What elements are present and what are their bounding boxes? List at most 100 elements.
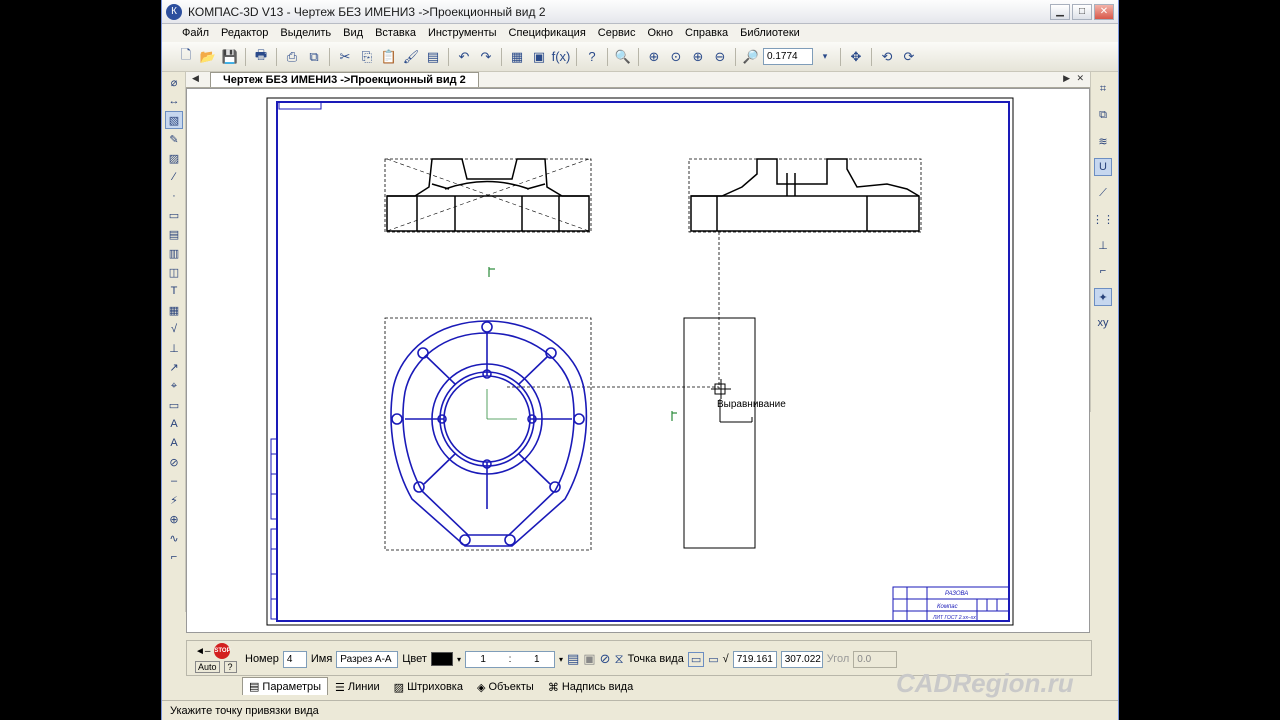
point-icon[interactable]: · bbox=[165, 187, 183, 205]
print-icon[interactable]: 🖶 bbox=[251, 47, 271, 67]
redo-icon[interactable]: ↷ bbox=[476, 47, 496, 67]
menu-help[interactable]: Справка bbox=[679, 27, 734, 39]
measure-icon[interactable]: ◫ bbox=[165, 263, 183, 281]
zoom-all-icon[interactable]: ⊕ bbox=[644, 47, 664, 67]
format-painter-icon[interactable]: 🖌 bbox=[401, 47, 421, 67]
paste-icon[interactable]: 📋 bbox=[379, 47, 399, 67]
hatch-icon[interactable]: ▨ bbox=[165, 149, 183, 167]
check-icon[interactable]: √ bbox=[723, 653, 729, 665]
number-input[interactable]: 4 bbox=[282, 650, 307, 668]
dimensions-icon[interactable]: ↔ bbox=[165, 92, 183, 110]
lightning-icon[interactable]: ⚡ bbox=[165, 491, 183, 509]
name-input[interactable]: Разрез А-А bbox=[336, 650, 399, 668]
ortho-icon[interactable]: ⟋ bbox=[1094, 184, 1112, 202]
roughness-icon[interactable]: √ bbox=[165, 320, 183, 338]
scale-dropdown-icon[interactable]: ▾ bbox=[559, 655, 563, 664]
tab-scroll-left-icon[interactable]: ◀ bbox=[192, 73, 199, 84]
x-coordinate-input[interactable]: 719.161 bbox=[732, 650, 777, 668]
tab-scroll-right-icon[interactable]: ▶ bbox=[1063, 73, 1070, 84]
tab-objects[interactable]: ◈ Объекты bbox=[470, 679, 541, 695]
edit-icon[interactable]: ✎ bbox=[165, 130, 183, 148]
drawing-canvas[interactable]: РАЗОВА Компас ЛИТ ГОСТ 2.xx–xx Выравнива… bbox=[186, 88, 1090, 633]
zoom-scale-icon[interactable]: 🔎 bbox=[741, 47, 761, 67]
back-arrow-icon[interactable]: ◄– bbox=[195, 646, 210, 657]
line-icon[interactable]: ∕ bbox=[165, 168, 183, 186]
print-preview-icon[interactable]: ⎙ bbox=[282, 47, 302, 67]
maximize-button[interactable]: □ bbox=[1072, 3, 1092, 20]
refresh-icon[interactable]: ⟳ bbox=[899, 47, 919, 67]
tab-lines[interactable]: ☰ Линии bbox=[328, 679, 387, 695]
snap-local-icon[interactable]: ⧉ bbox=[1094, 106, 1112, 124]
zoom-window-icon[interactable]: 🔍 bbox=[613, 47, 633, 67]
local-cs-icon[interactable]: ⊥ bbox=[1094, 236, 1112, 254]
menu-window[interactable]: Окно bbox=[641, 27, 679, 39]
snap-mode-icon[interactable]: ✦ bbox=[1094, 288, 1112, 306]
menu-insert[interactable]: Вставка bbox=[369, 27, 422, 39]
color-dropdown-icon[interactable]: ▾ bbox=[457, 655, 461, 664]
view-invisible-icon[interactable]: ▣ bbox=[583, 651, 595, 667]
auto-create-icon[interactable]: Auto bbox=[195, 661, 220, 673]
document-tab[interactable]: Чертеж БЕЗ ИМЕНИ3 ->Проекционный вид 2 bbox=[210, 72, 479, 87]
menu-service[interactable]: Сервис bbox=[592, 27, 642, 39]
wavy-line-icon[interactable]: ∿ bbox=[165, 529, 183, 547]
tab-close-icon[interactable]: ✕ bbox=[1076, 73, 1084, 84]
variables-icon[interactable]: ▣ bbox=[529, 47, 549, 67]
snap-global-icon[interactable]: ⌗ bbox=[1094, 80, 1112, 98]
text-icon[interactable]: T bbox=[165, 282, 183, 300]
menu-specification[interactable]: Спецификация bbox=[503, 27, 592, 39]
tab-view-label[interactable]: ⌘ Надпись вида bbox=[541, 679, 640, 695]
menu-tools[interactable]: Инструменты bbox=[422, 27, 503, 39]
position-icon[interactable]: ▭ bbox=[165, 396, 183, 414]
y-coordinate-input[interactable]: 307.022 bbox=[780, 650, 823, 668]
section-line-icon[interactable]: A bbox=[165, 415, 183, 433]
menu-libraries[interactable]: Библиотеки bbox=[734, 27, 806, 39]
color-swatch[interactable] bbox=[430, 652, 453, 666]
menu-view[interactable]: Вид bbox=[337, 27, 369, 39]
title-bar[interactable]: К КОМПАС-3D V13 - Чертеж БЕЗ ИМЕНИ3 ->Пр… bbox=[162, 0, 1118, 24]
tolerance-icon[interactable]: ⌖ bbox=[165, 377, 183, 395]
pan-icon[interactable]: ✥ bbox=[846, 47, 866, 67]
layers-icon[interactable]: ⧉ bbox=[304, 47, 324, 67]
help-icon[interactable]: ? bbox=[223, 661, 237, 673]
view-layout-icon[interactable]: ▤ bbox=[567, 651, 579, 667]
zoom-dropdown-icon[interactable]: ▾ bbox=[815, 47, 835, 67]
open-folder-icon[interactable]: 📂 bbox=[198, 47, 218, 67]
save-icon[interactable]: 💾 bbox=[220, 47, 240, 67]
properties-icon[interactable]: ▤ bbox=[423, 47, 443, 67]
coordinate-mode-icon[interactable]: ▭ bbox=[708, 653, 718, 666]
minimize-button[interactable]: ▁ bbox=[1050, 3, 1070, 20]
center-mark-icon[interactable]: ⊕ bbox=[165, 510, 183, 528]
copy-icon[interactable]: ⎘ bbox=[357, 47, 377, 67]
view-arrow-icon[interactable]: A bbox=[165, 434, 183, 452]
step-cursor-icon[interactable]: ⌐ bbox=[1094, 262, 1112, 280]
fragment-icon[interactable]: ▭ bbox=[165, 206, 183, 224]
menu-select[interactable]: Выделить bbox=[274, 27, 337, 39]
geometry-icon[interactable]: ⌀ bbox=[165, 73, 183, 91]
new-document-icon[interactable]: 🗋 bbox=[176, 47, 196, 67]
menu-file[interactable]: Файл bbox=[176, 27, 215, 39]
magnet-icon[interactable]: U bbox=[1094, 158, 1112, 176]
zoom-previous-icon[interactable]: ⊙ bbox=[666, 47, 686, 67]
menu-editor[interactable]: Редактор bbox=[215, 27, 274, 39]
layers-panel-icon[interactable]: ≋ bbox=[1094, 132, 1112, 150]
function-icon[interactable]: f(x) bbox=[551, 47, 571, 67]
snap-point-icon[interactable]: ▭ bbox=[687, 651, 705, 667]
document-icon[interactable]: ▤ bbox=[165, 225, 183, 243]
angle-input[interactable]: 0.0 bbox=[853, 650, 898, 668]
projection-link-icon[interactable]: ⧖ bbox=[614, 651, 623, 667]
leader-icon[interactable]: ↗ bbox=[165, 358, 183, 376]
coordinates-icon[interactable]: xy bbox=[1094, 314, 1112, 332]
manager-icon[interactable]: ▦ bbox=[507, 47, 527, 67]
break-icon[interactable]: ⊘ bbox=[165, 453, 183, 471]
scale-select[interactable]: 1 : 1 bbox=[464, 650, 555, 668]
stop-button[interactable]: STOP bbox=[214, 643, 231, 659]
tab-parameters[interactable]: ▤ Параметры bbox=[242, 677, 329, 695]
undo-icon[interactable]: ↶ bbox=[454, 47, 474, 67]
hatch-toggle-icon[interactable]: ⊘ bbox=[600, 651, 611, 667]
context-help-icon[interactable]: ? bbox=[582, 47, 602, 67]
layout-icon[interactable]: ▥ bbox=[165, 244, 183, 262]
zoom-in-icon[interactable]: ⊕ bbox=[688, 47, 708, 67]
zoom-out-icon[interactable]: ⊖ bbox=[710, 47, 730, 67]
cut-icon[interactable]: ✂ bbox=[335, 47, 355, 67]
regenerate-icon[interactable]: ⟲ bbox=[877, 47, 897, 67]
